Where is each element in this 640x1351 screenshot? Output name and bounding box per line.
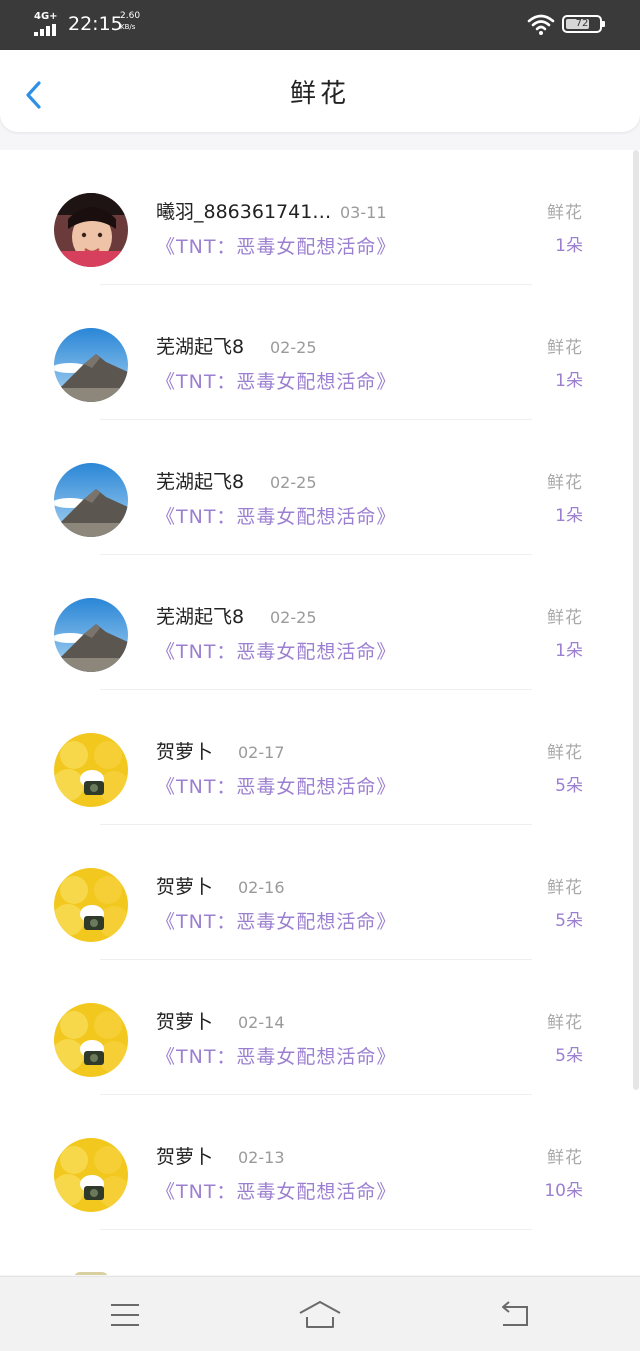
list-item[interactable]: 芜湖起飞8 02-25 《TNT：恶毒女配想活命》 鲜花 1朵 (0, 555, 632, 690)
user-avatar[interactable] (54, 328, 128, 402)
gift-count: 1朵 (555, 371, 583, 391)
gift-type: 鲜花 (547, 473, 583, 493)
list-item[interactable]: 贺萝卜 02-16 《TNT：恶毒女配想活命》 鲜花 5朵 (0, 825, 632, 960)
book-title[interactable]: 《TNT：恶毒女配想活命》 (156, 368, 396, 396)
gift-count: 5朵 (555, 911, 583, 931)
user-name: 芜湖起飞8 (156, 336, 245, 358)
next-avatar-peek (74, 1272, 108, 1275)
user-name: 贺萝卜 (156, 1146, 214, 1168)
signal-bars-icon (34, 24, 62, 36)
user-name: 曦羽_886361741… (156, 201, 332, 223)
gift-type: 鲜花 (547, 1013, 583, 1033)
menu-button[interactable] (105, 1299, 145, 1331)
gift-date: 02-25 (270, 473, 317, 492)
clock: 22:15 (68, 13, 123, 35)
user-avatar[interactable] (54, 733, 128, 807)
book-title[interactable]: 《TNT：恶毒女配想活命》 (156, 233, 396, 261)
book-title[interactable]: 《TNT：恶毒女配想活命》 (156, 1043, 396, 1071)
user-avatar[interactable] (54, 193, 128, 267)
gift-count: 10朵 (544, 1181, 583, 1201)
gift-date: 02-25 (270, 608, 317, 627)
gift-date: 02-16 (238, 878, 285, 897)
list-item[interactable]: 贺萝卜 02-14 《TNT：恶毒女配想活命》 鲜花 5朵 (0, 960, 632, 1095)
gift-count: 5朵 (555, 1046, 583, 1066)
gift-type: 鲜花 (547, 1148, 583, 1168)
user-avatar[interactable] (54, 598, 128, 672)
battery-percent: 72 (575, 18, 589, 29)
user-avatar[interactable] (54, 463, 128, 537)
user-avatar[interactable] (54, 1138, 128, 1212)
cellular-signal: 4G+ (34, 12, 64, 36)
app-header: 鲜花 (0, 50, 640, 132)
list-item[interactable]: 曦羽_886361741… 03-11 《TNT：恶毒女配想活命》 鲜花 1朵 (0, 150, 632, 285)
gift-count: 1朵 (555, 641, 583, 661)
gift-count: 1朵 (555, 506, 583, 526)
user-name: 贺萝卜 (156, 876, 214, 898)
network-speed: 2.60 KB/s (120, 11, 150, 33)
user-name: 贺萝卜 (156, 1011, 214, 1033)
home-icon (299, 1301, 341, 1328)
gift-date: 02-13 (238, 1148, 285, 1167)
wifi-icon (527, 14, 555, 35)
gift-type: 鲜花 (547, 743, 583, 763)
gift-type: 鲜花 (547, 203, 583, 223)
gift-type: 鲜花 (547, 338, 583, 358)
list-item[interactable]: 芜湖起飞8 02-25 《TNT：恶毒女配想活命》 鲜花 1朵 (0, 285, 632, 420)
user-name: 贺萝卜 (156, 741, 214, 763)
menu-icon (111, 1304, 139, 1326)
gift-type: 鲜花 (547, 608, 583, 628)
gift-date: 03-11 (340, 203, 387, 222)
book-title[interactable]: 《TNT：恶毒女配想活命》 (156, 773, 396, 801)
back-icon (502, 1301, 528, 1326)
gift-type: 鲜花 (547, 878, 583, 898)
user-name: 芜湖起飞8 (156, 471, 245, 493)
book-title[interactable]: 《TNT：恶毒女配想活命》 (156, 1178, 396, 1206)
status-bar: 4G+ 22:15 2.60 KB/s 72 (0, 0, 640, 50)
list-item[interactable]: 贺萝卜 02-13 《TNT：恶毒女配想活命》 鲜花 10朵 (0, 1095, 632, 1230)
user-avatar[interactable] (54, 1003, 128, 1077)
user-avatar[interactable] (54, 868, 128, 942)
system-nav-bar (0, 1276, 640, 1351)
gift-count: 1朵 (555, 236, 583, 256)
user-name: 芜湖起飞8 (156, 606, 245, 628)
list-item[interactable]: 芜湖起飞8 02-25 《TNT：恶毒女配想活命》 鲜花 1朵 (0, 420, 632, 555)
battery-icon: 72 (562, 15, 605, 33)
gift-date: 02-25 (270, 338, 317, 357)
speed-unit: KB/s (120, 23, 136, 31)
home-button[interactable] (298, 1299, 342, 1331)
gift-date: 02-14 (238, 1013, 285, 1032)
gift-date: 02-17 (238, 743, 285, 762)
book-title[interactable]: 《TNT：恶毒女配想活命》 (156, 638, 396, 666)
back-nav-button[interactable] (495, 1299, 535, 1331)
page-title: 鲜花 (289, 79, 350, 109)
book-title[interactable]: 《TNT：恶毒女配想活命》 (156, 503, 396, 531)
scrollbar[interactable] (633, 150, 639, 1090)
list-item[interactable]: 贺萝卜 02-17 《TNT：恶毒女配想活命》 鲜花 5朵 (0, 690, 632, 825)
speed-value: 2.60 (120, 11, 141, 21)
gift-count: 5朵 (555, 776, 583, 796)
network-type: 4G+ (34, 11, 58, 22)
flower-gift-list[interactable]: 曦羽_886361741… 03-11 《TNT：恶毒女配想活命》 鲜花 1朵 … (0, 150, 632, 1275)
book-title[interactable]: 《TNT：恶毒女配想活命》 (156, 908, 396, 936)
